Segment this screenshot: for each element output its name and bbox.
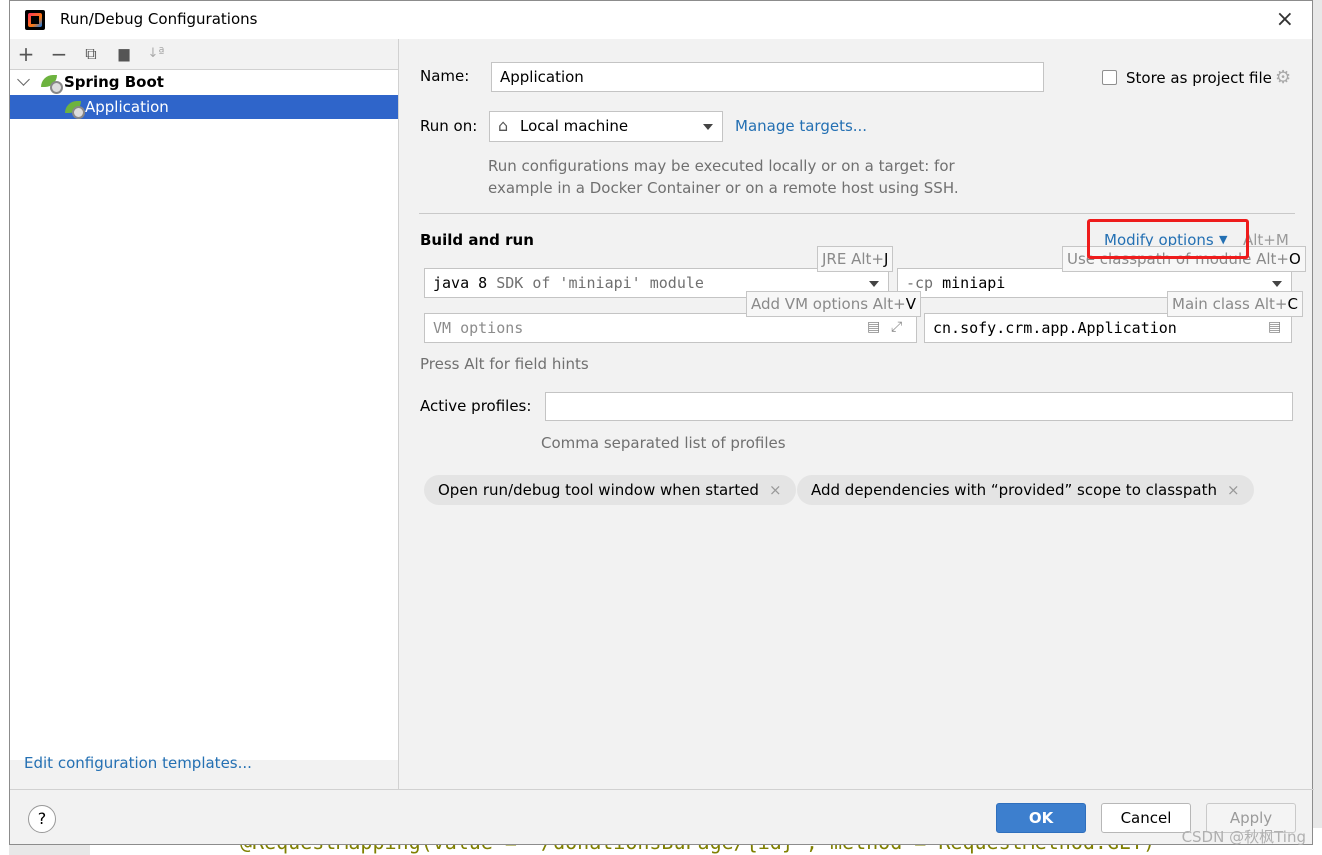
profiles-hint: Comma separated list of profiles: [541, 434, 786, 452]
close-icon[interactable]: ×: [1276, 7, 1294, 32]
vm-options-input[interactable]: VM options: [424, 313, 917, 343]
background-editor-edge: [0, 0, 9, 855]
run-hint-line1: Run configurations may be executed local…: [488, 157, 955, 175]
expand-icon[interactable]: ⤢: [891, 319, 902, 335]
run-hint-line2: example in a Docker Container or on a re…: [488, 179, 959, 197]
option-chip-provided-scope[interactable]: Add dependencies with “provided” scope t…: [797, 475, 1254, 505]
chip-label: Open run/debug tool window when started: [438, 481, 759, 499]
gear-overlay-icon: [72, 106, 85, 119]
chevron-down-icon[interactable]: [703, 124, 713, 130]
section-divider: [419, 213, 1295, 214]
main-class-hint-tooltip: Main class Alt+C: [1167, 291, 1303, 317]
home-icon: ⌂: [498, 116, 509, 135]
jre-description: SDK of 'miniapi' module: [496, 274, 704, 292]
jre-value: java 8: [433, 274, 488, 292]
highlight-box: [1087, 219, 1249, 259]
configuration-form: Name: Application Store as project file …: [399, 39, 1314, 789]
field-hint: Press Alt for field hints: [420, 355, 589, 373]
tree-item-application[interactable]: Application: [10, 95, 398, 119]
build-and-run-heading: Build and run: [420, 231, 534, 249]
jre-hint-tooltip: JRE Alt+J: [817, 246, 894, 272]
config-tree: Spring Boot Application: [10, 69, 398, 760]
watermark: CSDN @秋枫Ting: [1181, 828, 1306, 846]
intellij-logo-icon: [25, 10, 45, 30]
store-project-checkbox[interactable]: [1102, 70, 1117, 85]
document-icon[interactable]: ▤: [867, 319, 880, 335]
store-project-label: Store as project file: [1126, 69, 1272, 87]
cp-module: miniapi: [942, 274, 1006, 292]
tree-group-label: Spring Boot: [64, 73, 164, 91]
sort-icon[interactable]: ↓ª: [144, 42, 168, 66]
help-button[interactable]: ?: [28, 805, 56, 833]
copy-config-icon[interactable]: ⧉: [79, 42, 103, 66]
manage-targets-link[interactable]: Manage targets...: [735, 117, 867, 135]
browse-icon[interactable]: ▤: [1268, 319, 1281, 335]
remove-config-icon[interactable]: −: [47, 42, 71, 66]
ok-button[interactable]: OK: [996, 803, 1086, 833]
cancel-button[interactable]: Cancel: [1101, 803, 1191, 833]
remove-chip-icon[interactable]: ×: [1227, 481, 1240, 499]
active-profiles-label: Active profiles:: [420, 397, 532, 415]
tree-group-spring-boot[interactable]: Spring Boot: [10, 70, 398, 94]
run-on-value: Local machine: [520, 117, 629, 135]
run-on-label: Run on:: [420, 117, 478, 135]
folder-icon[interactable]: ▆: [112, 42, 136, 66]
tree-item-label: Application: [85, 98, 169, 116]
configurations-sidebar: + − ⧉ ▆ ↓ª Spring Boot Application Edit …: [10, 39, 399, 789]
title-bar: Run/Debug Configurations ×: [10, 1, 1312, 39]
chevron-down-icon[interactable]: [1272, 281, 1282, 287]
gear-icon[interactable]: ⚙: [1275, 67, 1291, 88]
chip-label: Add dependencies with “provided” scope t…: [811, 481, 1217, 499]
config-toolbar: + − ⧉ ▆ ↓ª: [10, 39, 398, 69]
window-title: Run/Debug Configurations: [60, 10, 258, 28]
name-label: Name:: [420, 67, 470, 85]
run-debug-dialog: Run/Debug Configurations × + − ⧉ ▆ ↓ª Sp…: [9, 0, 1314, 846]
name-input[interactable]: Application: [491, 62, 1044, 92]
run-on-select[interactable]: Local machine: [489, 111, 723, 142]
vm-options-hint-tooltip: Add VM options Alt+V: [746, 291, 921, 317]
add-config-icon[interactable]: +: [14, 42, 38, 66]
active-profiles-input[interactable]: [545, 392, 1293, 421]
remove-chip-icon[interactable]: ×: [769, 481, 782, 499]
gear-overlay-icon: [50, 81, 63, 94]
chevron-down-icon[interactable]: [869, 281, 879, 287]
cp-flag: -cp: [906, 274, 934, 292]
edit-templates-link[interactable]: Edit configuration templates...: [24, 754, 252, 772]
main-class-input[interactable]: cn.sofy.crm.app.Application: [924, 313, 1292, 343]
dialog-footer: ? OK Cancel Apply: [10, 789, 1314, 846]
option-chip-open-tool-window[interactable]: Open run/debug tool window when started ×: [424, 475, 796, 505]
chevron-down-icon[interactable]: [17, 73, 30, 86]
